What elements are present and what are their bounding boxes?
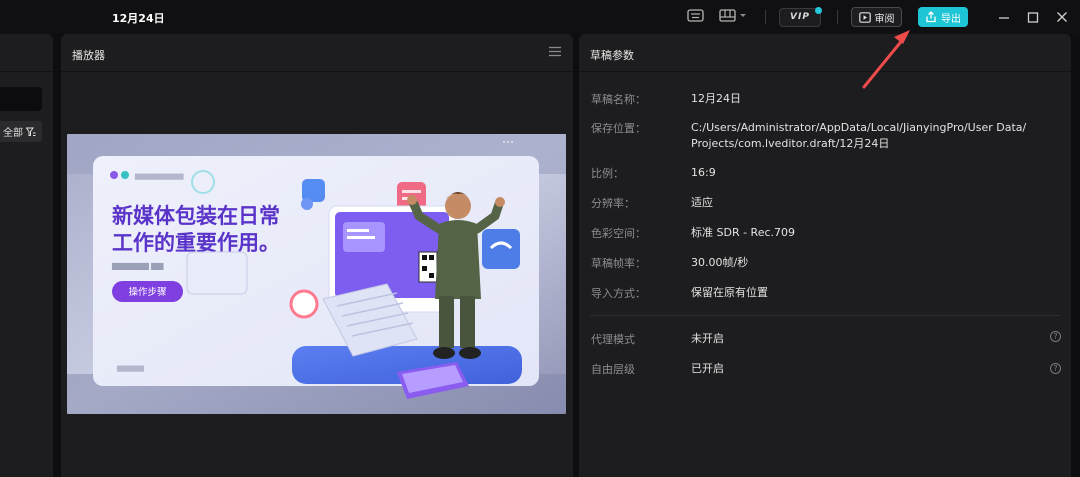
prop-proxy-mode: 代理模式 未开启 xyxy=(591,332,724,346)
divider xyxy=(765,10,766,24)
notification-dot xyxy=(815,7,822,14)
draft-params-title: 草稿参数 xyxy=(590,49,634,62)
prop-free-layer: 自由层级 已开启 xyxy=(591,362,724,376)
prop-frame-rate: 草稿帧率： 30.00帧/秒 xyxy=(591,256,749,270)
title-bar: 12月24日 VIP 审阅 导出 xyxy=(0,0,1080,34)
prop-import-method: 导入方式： 保留在原有位置 xyxy=(591,286,768,300)
keyboard-icon[interactable] xyxy=(687,8,704,26)
close-icon[interactable] xyxy=(1056,10,1068,27)
share-icon xyxy=(926,11,936,23)
divider xyxy=(590,315,1060,316)
help-icon[interactable]: ? xyxy=(1050,331,1061,342)
filter-label: 全部 xyxy=(3,128,23,139)
menu-icon[interactable] xyxy=(549,46,561,60)
draft-params-panel: 草稿参数 草稿名称： 12月24日 保存位置： C:/Users/Adminis… xyxy=(579,34,1071,477)
draft-params-header: 草稿参数 xyxy=(579,34,1071,72)
video-preview[interactable]: ▆▆▆▆▆▆▆▆▆ 新媒体包装在日常 工作的重要作用。 ▆▆▆▆▆▆ ▆▆ 操作… xyxy=(67,134,566,414)
save-location-path[interactable]: C:/Users/Administrator/AppData/Local/Jia… xyxy=(691,120,1026,152)
layout-icon[interactable] xyxy=(719,8,747,26)
minimize-icon[interactable] xyxy=(998,10,1010,27)
divider xyxy=(837,10,838,24)
svg-text:▆▆▆▆▆▆▆▆▆: ▆▆▆▆▆▆▆▆▆ xyxy=(134,173,184,180)
svg-text:操作步骤: 操作步骤 xyxy=(128,286,166,298)
prop-draft-name: 草稿名称： 12月24日 xyxy=(591,92,741,106)
review-icon xyxy=(858,11,871,23)
prop-color-space: 色彩空间： 标准 SDR - Rec.709 xyxy=(591,226,796,240)
player-panel: 播放器 ▆▆▆▆▆▆▆▆▆ 新媒体包装在日常 工作的重要作用。 ▆▆▆▆▆▆ ▆… xyxy=(61,34,573,477)
player-title: 播放器 xyxy=(72,49,105,62)
prop-save-location: 保存位置： C:/Users/Administrator/AppData/Loc… xyxy=(591,120,1027,152)
preview-headline-2: 工作的重要作用。 xyxy=(112,231,280,255)
export-button[interactable]: 导出 xyxy=(918,7,968,27)
svg-text:▆▆▆▆▆: ▆▆▆▆▆ xyxy=(116,365,145,372)
player-header: 播放器 xyxy=(61,34,573,72)
preview-frame: ▆▆▆▆▆▆▆▆▆ 新媒体包装在日常 工作的重要作用。 ▆▆▆▆▆▆ ▆▆ 操作… xyxy=(67,134,566,414)
svg-text:▆▆▆▆▆▆ ▆▆: ▆▆▆▆▆▆ ▆▆ xyxy=(111,261,164,270)
filter-icon xyxy=(26,127,36,136)
media-search-input[interactable] xyxy=(0,87,42,111)
export-label: 导出 xyxy=(941,13,961,25)
maximize-icon[interactable] xyxy=(1027,10,1039,27)
prop-ratio: 比例： 16:9 xyxy=(591,166,716,180)
prop-resolution: 分辨率： 适应 xyxy=(591,196,713,210)
media-filter-button[interactable]: 全部 xyxy=(0,121,42,142)
window-title: 12月24日 xyxy=(112,12,165,25)
help-icon[interactable]: ? xyxy=(1050,363,1061,374)
preview-headline-1: 新媒体包装在日常 xyxy=(112,204,280,228)
review-button[interactable]: 审阅 xyxy=(851,7,902,27)
review-label: 审阅 xyxy=(874,13,895,25)
media-panel-header xyxy=(0,34,53,72)
